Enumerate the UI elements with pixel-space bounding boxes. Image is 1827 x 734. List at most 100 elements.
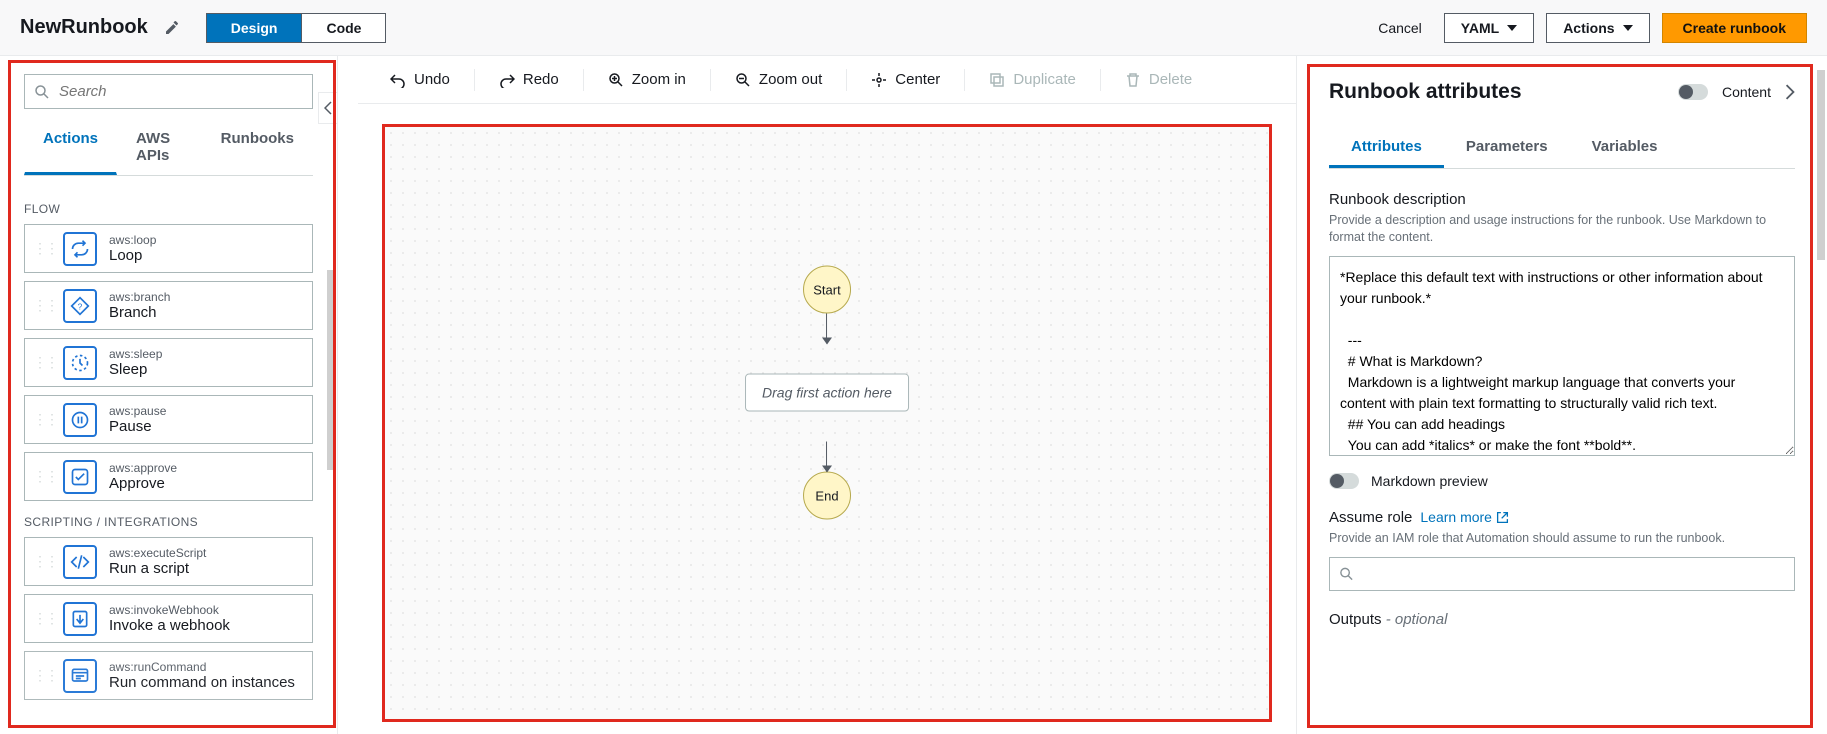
drag-handle-icon: ⋮⋮ (33, 240, 57, 257)
drag-handle-icon: ⋮⋮ (33, 468, 57, 485)
markdown-preview-toggle[interactable] (1329, 473, 1359, 489)
design-code-toggle: Design Code (206, 13, 387, 43)
duplicate-icon (989, 72, 1005, 88)
collapse-right-button[interactable] (1785, 84, 1795, 100)
pause-icon (63, 403, 97, 437)
svg-text:?: ? (78, 301, 83, 311)
action-name: Branch (109, 304, 170, 321)
attributes-panel: Runbook attributes Content Attributes Pa… (1297, 56, 1827, 652)
canvas-panel: Undo Redo Zoom in Zoom out Center Duplic… (358, 56, 1297, 734)
panel-title: Runbook attributes (1329, 80, 1522, 104)
canvas-toolbar: Undo Redo Zoom in Zoom out Center Duplic… (358, 56, 1296, 104)
scrollbar-thumb[interactable] (327, 270, 336, 470)
action-id: aws:invokeWebhook (109, 603, 230, 617)
actions-dropdown[interactable]: Actions (1546, 13, 1649, 43)
redo-button[interactable]: Redo (495, 66, 563, 93)
action-tabs: Actions AWS APIs Runbooks (24, 119, 313, 176)
drag-handle-icon: ⋮⋮ (33, 553, 57, 570)
trash-icon (1125, 72, 1141, 88)
assume-role-help: Provide an IAM role that Automation shou… (1329, 530, 1795, 547)
action-name: Approve (109, 475, 177, 492)
search-icon (1339, 566, 1354, 581)
approve-icon (63, 460, 97, 494)
chevron-left-icon (324, 101, 332, 115)
description-textarea[interactable] (1329, 256, 1795, 456)
action-id: aws:branch (109, 290, 170, 304)
action-execute-script[interactable]: ⋮⋮ aws:executeScriptRun a script (24, 537, 313, 586)
drop-target[interactable]: Drag first action here (745, 374, 909, 412)
action-name: Invoke a webhook (109, 617, 230, 634)
cancel-button[interactable]: Cancel (1368, 14, 1432, 42)
section-scripting-label: SCRIPTING / INTEGRATIONS (24, 515, 313, 529)
attributes-tabs: Attributes Parameters Variables (1329, 128, 1795, 169)
assume-role-label: Assume role (1329, 509, 1412, 526)
section-flow-label: FLOW (24, 202, 313, 216)
action-id: aws:executeScript (109, 546, 206, 560)
actions-search-input[interactable] (24, 74, 313, 109)
duplicate-button: Duplicate (985, 66, 1080, 93)
workflow-canvas[interactable]: Start Drag first action here End (382, 124, 1272, 722)
flow-connector (826, 314, 827, 344)
delete-button: Delete (1121, 66, 1196, 93)
edit-title-button[interactable] (158, 14, 186, 42)
markdown-preview-label: Markdown preview (1371, 473, 1488, 489)
outputs-optional: - optional (1386, 611, 1448, 628)
tab-parameters[interactable]: Parameters (1444, 128, 1570, 168)
create-runbook-button[interactable]: Create runbook (1662, 13, 1807, 43)
action-name: Loop (109, 247, 156, 264)
chevron-down-icon (1507, 25, 1517, 31)
center-icon (871, 72, 887, 88)
actions-panel: Actions AWS APIs Runbooks FLOW ⋮⋮ aws:lo… (0, 56, 338, 734)
action-name: Run a script (109, 560, 206, 577)
center-button[interactable]: Center (867, 66, 944, 93)
main-area: Actions AWS APIs Runbooks FLOW ⋮⋮ aws:lo… (0, 56, 1827, 734)
runbook-title: NewRunbook (20, 14, 186, 42)
learn-more-link[interactable]: Learn more (1420, 509, 1509, 525)
action-id: aws:loop (109, 233, 156, 247)
action-branch[interactable]: ⋮⋮ ? aws:branchBranch (24, 281, 313, 330)
action-id: aws:sleep (109, 347, 162, 361)
undo-button[interactable]: Undo (386, 66, 454, 93)
action-pause[interactable]: ⋮⋮ aws:pausePause (24, 395, 313, 444)
tab-aws-apis[interactable]: AWS APIs (117, 119, 202, 175)
scrollbar-thumb[interactable] (1817, 70, 1825, 260)
tab-actions[interactable]: Actions (24, 119, 117, 175)
tab-variables[interactable]: Variables (1570, 128, 1680, 168)
action-name: Run command on instances (109, 674, 295, 691)
action-run-command[interactable]: ⋮⋮ aws:runCommandRun command on instance… (24, 651, 313, 700)
zoom-out-button[interactable]: Zoom out (731, 66, 826, 93)
description-label: Runbook description (1329, 191, 1795, 208)
start-node[interactable]: Start (803, 266, 851, 314)
undo-icon (390, 72, 406, 88)
action-id: aws:runCommand (109, 660, 295, 674)
content-toggle[interactable] (1678, 84, 1708, 100)
outputs-label: Outputs (1329, 611, 1382, 628)
collapse-left-button[interactable] (318, 92, 338, 124)
sleep-icon (63, 346, 97, 380)
tab-runbooks[interactable]: Runbooks (202, 119, 313, 175)
loop-icon (63, 232, 97, 266)
action-loop[interactable]: ⋮⋮ aws:loopLoop (24, 224, 313, 273)
yaml-dropdown[interactable]: YAML (1444, 13, 1534, 43)
action-sleep[interactable]: ⋮⋮ aws:sleepSleep (24, 338, 313, 387)
action-id: aws:approve (109, 461, 177, 475)
zoom-out-icon (735, 72, 751, 88)
tab-attributes[interactable]: Attributes (1329, 128, 1444, 168)
pencil-icon (164, 20, 180, 36)
action-invoke-webhook[interactable]: ⋮⋮ aws:invokeWebhookInvoke a webhook (24, 594, 313, 643)
action-name: Pause (109, 418, 166, 435)
zoom-in-icon (608, 72, 624, 88)
command-icon (63, 659, 97, 693)
drag-handle-icon: ⋮⋮ (33, 411, 57, 428)
top-bar: NewRunbook Design Code Cancel YAML Actio… (0, 0, 1827, 56)
external-link-icon (1496, 511, 1509, 524)
design-tab-button[interactable]: Design (207, 14, 302, 42)
action-approve[interactable]: ⋮⋮ aws:approveApprove (24, 452, 313, 501)
code-tab-button[interactable]: Code (301, 14, 385, 42)
end-node[interactable]: End (803, 472, 851, 520)
chevron-right-icon (1785, 84, 1795, 100)
zoom-in-button[interactable]: Zoom in (604, 66, 690, 93)
drag-handle-icon: ⋮⋮ (33, 667, 57, 684)
assume-role-input[interactable] (1329, 557, 1795, 591)
action-id: aws:pause (109, 404, 166, 418)
